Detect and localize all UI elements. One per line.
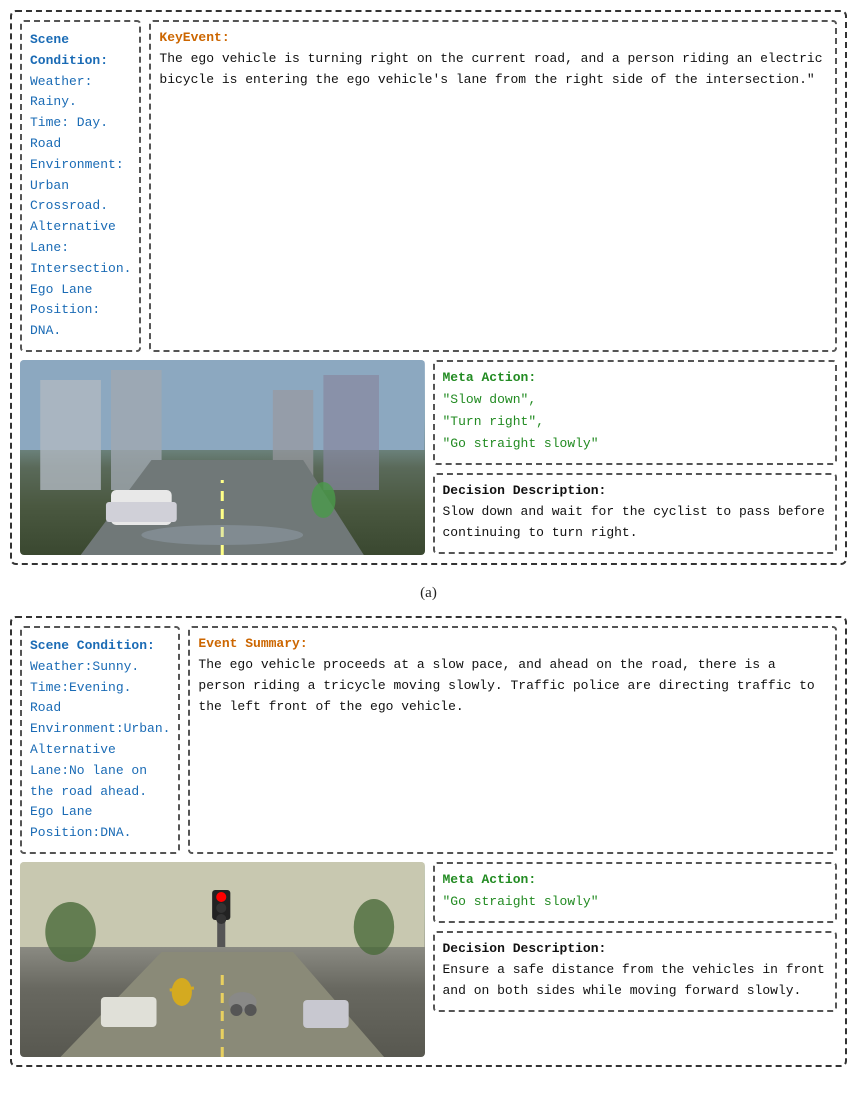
scene-line-road-b: Road Environment:Urban. bbox=[30, 698, 170, 740]
meta-action-title-b: Meta Action: bbox=[443, 872, 828, 887]
road-image-a bbox=[20, 360, 425, 555]
meta-action-panel-a: Meta Action: "Slow down", "Turn right", … bbox=[433, 360, 838, 465]
meta-action-line-2-a: "Go straight slowly" bbox=[443, 433, 828, 455]
decision-panel-b: Decision Description: Ensure a safe dist… bbox=[433, 931, 838, 1012]
decision-body-a: Slow down and wait for the cyclist to pa… bbox=[443, 502, 828, 544]
scene-line-ego-a: Ego Lane Position: DNA. bbox=[30, 280, 131, 342]
scene-title-a: Scene Condition: bbox=[30, 30, 131, 72]
event-summary-panel-b: Event Summary: The ego vehicle proceeds … bbox=[188, 626, 837, 854]
scene-condition-panel-a: Scene Condition: Weather: Rainy. Time: D… bbox=[20, 20, 141, 352]
meta-action-line-0-a: "Slow down", bbox=[443, 389, 828, 411]
section-a-right-panels: Meta Action: "Slow down", "Turn right", … bbox=[433, 360, 838, 555]
decision-title-b: Decision Description: bbox=[443, 941, 828, 956]
event-summary-title-b: Event Summary: bbox=[198, 636, 827, 651]
road-scene-svg-b bbox=[20, 862, 425, 1057]
section-b-right-panels: Meta Action: "Go straight slowly" Decisi… bbox=[433, 862, 838, 1057]
meta-action-title-a: Meta Action: bbox=[443, 370, 828, 385]
scene-line-weather-a: Weather: Rainy. bbox=[30, 72, 131, 114]
scene-line-time-a: Time: Day. bbox=[30, 113, 131, 134]
scene-line-alt-a: Alternative Lane: Intersection. bbox=[30, 217, 131, 279]
scene-line-ego-b: Ego Lane Position:DNA. bbox=[30, 802, 170, 844]
meta-action-line-1-a: "Turn right", bbox=[443, 411, 828, 433]
scene-line-alt-b: Alternative Lane:No lane on the road ahe… bbox=[30, 740, 170, 802]
road-scene-svg-a bbox=[20, 360, 425, 555]
road-image-b bbox=[20, 862, 425, 1057]
section-b-top-row: Scene Condition: Weather:Sunny. Time:Eve… bbox=[20, 626, 837, 854]
decision-body-b: Ensure a safe distance from the vehicles… bbox=[443, 960, 828, 1002]
scene-title-b: Scene Condition: bbox=[30, 636, 170, 657]
section-b-wrapper: Scene Condition: Weather:Sunny. Time:Eve… bbox=[10, 616, 847, 1067]
section-b-bottom-row: Meta Action: "Go straight slowly" Decisi… bbox=[20, 862, 837, 1057]
scene-line-road-a: Road Environment: Urban Crossroad. bbox=[30, 134, 131, 217]
scene-condition-panel-b: Scene Condition: Weather:Sunny. Time:Eve… bbox=[20, 626, 180, 854]
scene-line-weather-b: Weather:Sunny. bbox=[30, 657, 170, 678]
decision-panel-a: Decision Description: Slow down and wait… bbox=[433, 473, 838, 554]
section-a-bottom-row: Meta Action: "Slow down", "Turn right", … bbox=[20, 360, 837, 555]
key-event-body-a: The ego vehicle is turning right on the … bbox=[159, 49, 827, 91]
decision-title-a: Decision Description: bbox=[443, 483, 828, 498]
key-event-title-a: KeyEvent: bbox=[159, 30, 827, 45]
section-a-wrapper: Scene Condition: Weather: Rainy. Time: D… bbox=[10, 10, 847, 565]
caption-a: (a) bbox=[10, 585, 847, 602]
event-summary-body-b: The ego vehicle proceeds at a slow pace,… bbox=[198, 655, 827, 717]
scene-line-time-b: Time:Evening. bbox=[30, 678, 170, 699]
section-a-top-row: Scene Condition: Weather: Rainy. Time: D… bbox=[20, 20, 837, 352]
key-event-panel-a: KeyEvent: The ego vehicle is turning rig… bbox=[149, 20, 837, 352]
meta-action-panel-b: Meta Action: "Go straight slowly" bbox=[433, 862, 838, 923]
meta-action-line-0-b: "Go straight slowly" bbox=[443, 891, 828, 913]
